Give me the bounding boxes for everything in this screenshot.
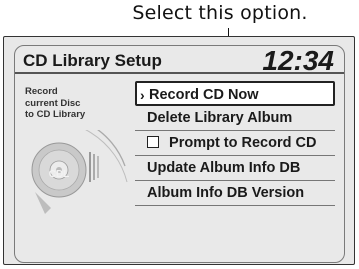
display-screen: CD Library Setup 12:34 Record current Di… xyxy=(3,36,355,265)
chevron-right-icon: › xyxy=(140,87,145,103)
checkbox-icon[interactable] xyxy=(147,136,159,148)
title-divider xyxy=(15,72,344,74)
menu-description-line: to CD Library xyxy=(25,109,86,120)
menu-item-update-album-info-db[interactable]: Update Album Info DB xyxy=(135,156,335,181)
callout-label: Select this option. xyxy=(132,2,308,24)
menu-item-label: Record CD Now xyxy=(149,87,259,103)
setup-menu: › Record CD Now Delete Library Album Pro… xyxy=(135,81,335,206)
menu-item-label: Prompt to Record CD xyxy=(169,135,317,151)
menu-description: Record current Disc to CD Library xyxy=(25,86,109,121)
menu-item-prompt-to-record-cd[interactable]: Prompt to Record CD xyxy=(135,131,335,156)
menu-description-line: current Disc xyxy=(25,97,81,109)
menu-item-label: Album Info DB Version xyxy=(147,185,305,201)
menu-description-line: Record xyxy=(25,86,58,97)
screen-panel: CD Library Setup 12:34 Record current Di… xyxy=(14,45,345,263)
menu-item-record-cd-now[interactable]: › Record CD Now xyxy=(135,81,335,106)
menu-item-label: Delete Library Album xyxy=(147,110,293,126)
menu-item-album-info-db-version[interactable]: Album Info DB Version xyxy=(135,181,335,206)
disc-logo: CDL xyxy=(49,169,70,180)
menu-item-label: Update Album Info DB xyxy=(147,160,301,176)
screen-title: CD Library Setup xyxy=(23,51,162,70)
cd-library-disc-icon: CDL xyxy=(31,130,128,214)
menu-item-delete-library-album[interactable]: Delete Library Album xyxy=(135,106,335,131)
